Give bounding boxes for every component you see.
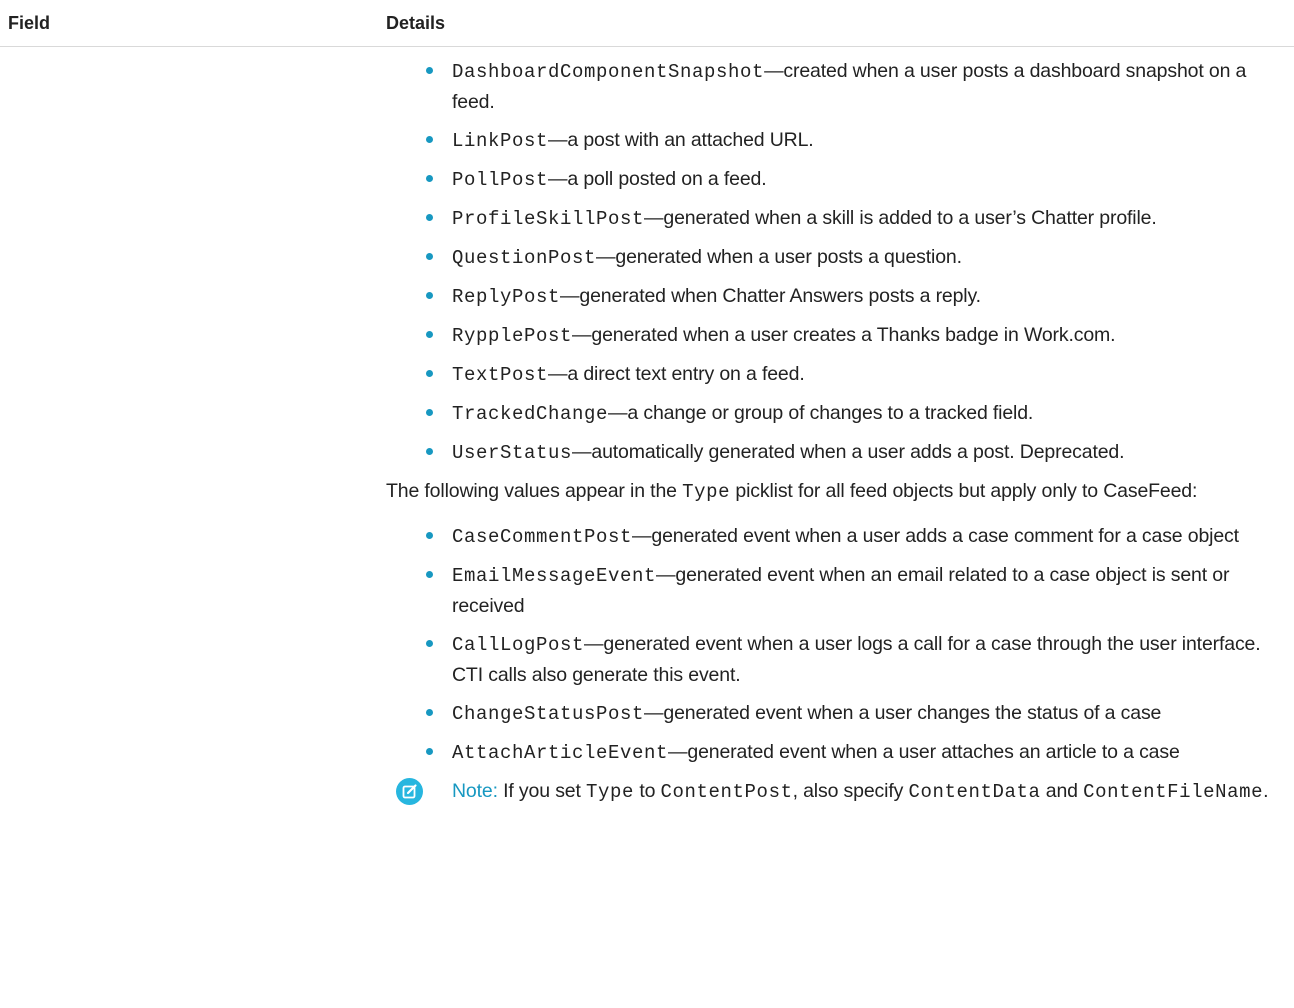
list-item: CallLogPost—generated event when a user … (386, 629, 1291, 690)
bullet-icon (426, 409, 433, 416)
bullet-icon (426, 571, 433, 578)
paragraph-text: picklist for all feed objects but apply … (730, 480, 1198, 502)
list-item: LinkPost—a post with an attached URL. (386, 125, 1291, 156)
value-code: ChangeStatusPost (452, 703, 645, 725)
document-page: Field Details DashboardComponentSnapshot… (0, 0, 1294, 1008)
value-code: UserStatus (452, 442, 573, 464)
bullet-icon (426, 136, 433, 143)
note-callout: Note: If you set Type to ContentPost, al… (386, 776, 1291, 807)
value-description: —a direct text entry on a feed. (548, 363, 805, 385)
list-item: ChangeStatusPost—generated event when a … (386, 698, 1291, 729)
list-item: TrackedChange—a change or group of chang… (386, 398, 1291, 429)
value-description: —a post with an attached URL. (548, 129, 814, 151)
value-code: ReplyPost (452, 286, 561, 308)
value-description: —automatically generated when a user add… (572, 441, 1125, 463)
bullet-icon (426, 214, 433, 221)
bullet-icon (426, 532, 433, 539)
note-label: Note: (452, 780, 498, 802)
bullet-icon (426, 331, 433, 338)
list-item: ProfileSkillPost—generated when a skill … (386, 203, 1291, 234)
list-item: EmailMessageEvent—generated event when a… (386, 560, 1291, 621)
value-code: QuestionPost (452, 247, 597, 269)
value-description: —generated when a user posts a question. (596, 246, 962, 268)
value-code: DashboardComponentSnapshot (452, 61, 765, 83)
list-item: UserStatus—automatically generated when … (386, 437, 1291, 468)
value-description: —generated when a user creates a Thanks … (572, 324, 1116, 346)
note-text: , also specify (792, 780, 909, 802)
list-item: PollPost—a poll posted on a feed. (386, 164, 1291, 195)
column-header-details: Details (386, 13, 446, 33)
value-description: —generated event when a user attaches an… (668, 741, 1180, 763)
casefeed-paragraph: The following values appear in the Type … (386, 476, 1266, 507)
bullet-icon (426, 370, 433, 377)
list-item: AttachArticleEvent—generated event when … (386, 737, 1291, 768)
note-text: and (1040, 780, 1084, 802)
bullet-icon (426, 67, 433, 74)
bullet-icon (426, 748, 433, 755)
bullet-icon (426, 709, 433, 716)
paragraph-code: Type (682, 481, 731, 503)
edit-note-icon (396, 778, 423, 805)
table-header-row: Field Details (0, 0, 1294, 47)
list-item: RypplePost—generated when a user creates… (386, 320, 1291, 351)
feed-type-list: DashboardComponentSnapshot—created when … (386, 56, 1291, 468)
value-code: TextPost (452, 364, 549, 386)
note-text: to (634, 780, 661, 802)
note-code: Type (586, 781, 635, 803)
list-item: QuestionPost—generated when a user posts… (386, 242, 1291, 273)
details-cell: DashboardComponentSnapshot—created when … (386, 56, 1291, 807)
value-description: —generated when Chatter Answers posts a … (560, 285, 981, 307)
value-code: LinkPost (452, 130, 549, 152)
value-description: —generated event when a user changes the… (644, 702, 1162, 724)
value-code: AttachArticleEvent (452, 742, 669, 764)
value-code: ProfileSkillPost (452, 208, 645, 230)
note-code: ContentFileName (1083, 781, 1264, 803)
value-description: —a change or group of changes to a track… (608, 402, 1034, 424)
paragraph-text: The following values appear in the (386, 480, 683, 502)
value-description: —a poll posted on a feed. (548, 168, 767, 190)
value-description: —generated when a skill is added to a us… (644, 207, 1157, 229)
note-text: If you set (497, 780, 587, 802)
note-text: . (1263, 780, 1269, 802)
note-code: ContentData (908, 781, 1041, 803)
value-code: EmailMessageEvent (452, 565, 657, 587)
list-item: TextPost—a direct text entry on a feed. (386, 359, 1291, 390)
value-code: PollPost (452, 169, 549, 191)
value-code: CallLogPost (452, 634, 585, 656)
value-code: RypplePost (452, 325, 573, 347)
value-code: CaseCommentPost (452, 526, 633, 548)
bullet-icon (426, 175, 433, 182)
bullet-icon (426, 253, 433, 260)
column-header-field: Field (8, 13, 51, 33)
list-item: DashboardComponentSnapshot—created when … (386, 56, 1291, 117)
list-item: ReplyPost—generated when Chatter Answers… (386, 281, 1291, 312)
bullet-icon (426, 292, 433, 299)
value-code: TrackedChange (452, 403, 609, 425)
bullet-icon (426, 640, 433, 647)
casefeed-type-list: CaseCommentPost—generated event when a u… (386, 521, 1291, 768)
value-description: —generated event when a user adds a case… (632, 525, 1239, 547)
note-code: ContentPost (660, 781, 793, 803)
bullet-icon (426, 448, 433, 455)
list-item: CaseCommentPost—generated event when a u… (386, 521, 1291, 552)
